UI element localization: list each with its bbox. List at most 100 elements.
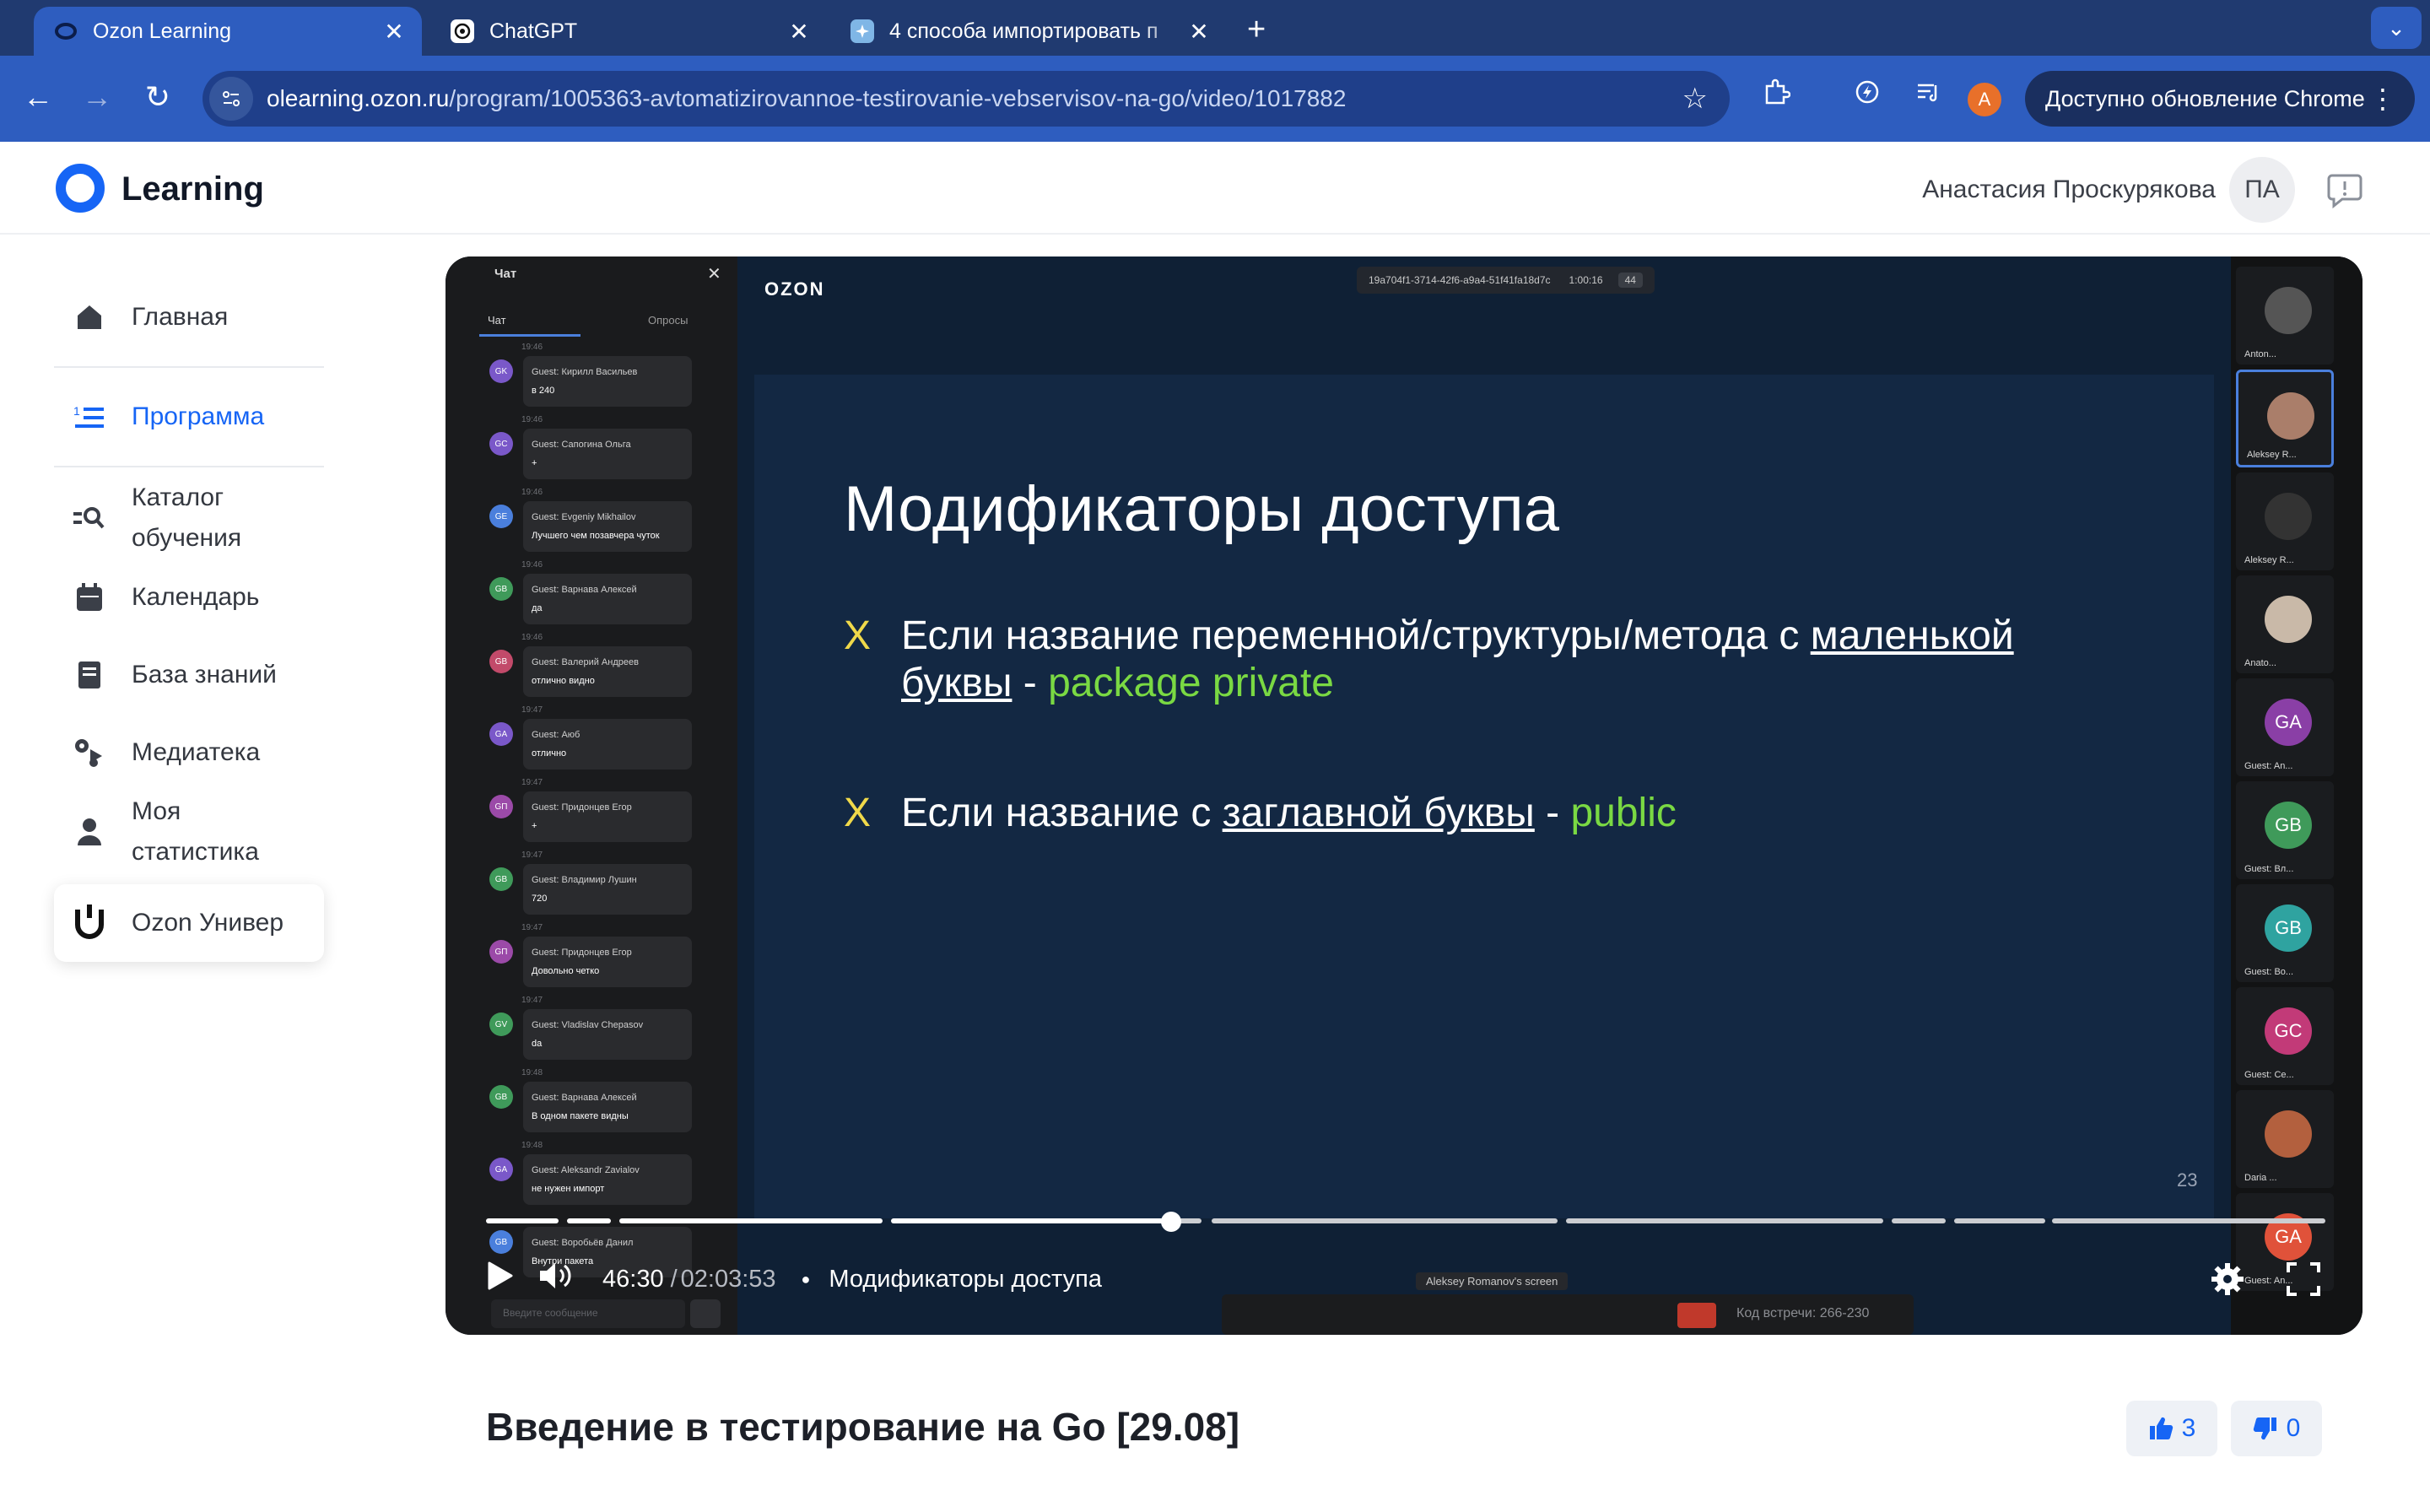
progress-chapter[interactable] xyxy=(1954,1218,2045,1223)
chat-avatar: GП xyxy=(489,795,513,818)
fullscreen-icon[interactable] xyxy=(2285,1261,2322,1298)
settings-gear-icon[interactable] xyxy=(2209,1261,2246,1298)
chat-message-text: не нужен импорт xyxy=(532,1184,605,1194)
chapter-title[interactable]: Модификаторы доступа xyxy=(829,1266,1102,1293)
chat-message-text: 720 xyxy=(532,894,548,904)
logo-text[interactable]: Learning xyxy=(122,170,264,208)
participant-tile: Daria ... xyxy=(2236,1090,2334,1188)
tab-search-chevron-icon[interactable]: ⌄ xyxy=(2371,7,2422,49)
svg-text:1: 1 xyxy=(73,404,80,418)
tab-chatgpt[interactable]: ChatGPT ✕ xyxy=(430,7,827,56)
user-name[interactable]: Анастасия Проскурякова xyxy=(1922,176,2216,204)
extension-bolt-icon[interactable] xyxy=(1846,78,1888,114)
chat-message: Guest: Evgeniy Mikhailov Лучшего чем поза… xyxy=(523,501,692,552)
browser-toolbar: ← → ↻ olearning.ozon.ru/program/1005363-… xyxy=(0,56,2430,142)
reload-icon[interactable]: ↻ xyxy=(138,79,177,115)
participant-avatar xyxy=(2267,392,2314,440)
extensions-puzzle-icon[interactable] xyxy=(1755,78,1797,114)
progress-chapter[interactable] xyxy=(486,1218,559,1223)
sidebar-item-calendar[interactable]: Календарь xyxy=(54,559,324,636)
polls-tab: Опросы xyxy=(648,314,688,327)
bookmark-star-icon[interactable]: ☆ xyxy=(1682,82,1708,116)
thumbs-up-icon xyxy=(2149,1417,2173,1440)
sidebar-item-ozon-univer[interactable]: Ozon Универ xyxy=(54,884,324,962)
participant-avatar xyxy=(2265,596,2312,643)
progress-chapter[interactable] xyxy=(567,1218,611,1223)
progress-chapter[interactable] xyxy=(619,1218,883,1223)
sidebar-item-home[interactable]: Главная xyxy=(54,278,324,356)
chrome-update-button[interactable]: Доступно обновление Chrome ⋮ xyxy=(2025,71,2415,127)
sidebar-item-label: Ozon Универ xyxy=(132,909,284,937)
bullet-marker: X xyxy=(844,613,872,658)
home-icon xyxy=(73,300,106,334)
progress-chapter[interactable] xyxy=(1892,1218,1946,1223)
sidebar-item-program[interactable]: 1 Программа xyxy=(54,378,324,456)
chat-title: Чат xyxy=(494,267,517,281)
close-tab-icon[interactable]: ✕ xyxy=(381,18,407,46)
current-time: 46:30 xyxy=(602,1265,664,1293)
sidebar-item-catalog[interactable]: Каталог обучения xyxy=(54,478,324,559)
like-button[interactable]: 3 xyxy=(2126,1401,2217,1456)
sidebar-divider xyxy=(54,366,324,368)
dislike-count: 0 xyxy=(2286,1414,2301,1442)
close-tab-icon[interactable]: ✕ xyxy=(1186,18,1212,46)
sidebar-divider xyxy=(54,466,324,467)
play-icon[interactable] xyxy=(486,1261,513,1297)
progress-chapter[interactable] xyxy=(2052,1218,2325,1223)
close-tab-icon[interactable]: ✕ xyxy=(786,18,812,46)
chat-message-time: 19:46 xyxy=(521,415,543,424)
profile-avatar[interactable]: A xyxy=(1968,83,2001,116)
list-icon: 1 xyxy=(73,400,106,434)
progress-chapter[interactable] xyxy=(1212,1218,1558,1223)
chat-message-time: 19:47 xyxy=(521,850,543,860)
chat-message-author: Guest: Evgeniy Mikhailov xyxy=(532,512,636,522)
participant-tile: GB Guest: Bл... xyxy=(2236,781,2334,879)
participant-name: Anton... xyxy=(2244,349,2276,359)
tab-import-article[interactable]: 4 способа импортировать п ✕ xyxy=(830,7,1227,56)
chat-message: Guest: Варнава Алексей да xyxy=(523,574,692,624)
user-avatar[interactable]: ПА xyxy=(2229,157,2295,223)
participant-tile: Anton... xyxy=(2236,267,2334,364)
participant-tile: GA Guest: An... xyxy=(2236,678,2334,776)
bullet-highlight: public xyxy=(1570,791,1677,835)
chat-avatar: GB xyxy=(489,1230,513,1254)
chat-message-time: 19:48 xyxy=(521,1141,543,1150)
sidebar-item-media-library[interactable]: Медиатека xyxy=(54,714,324,791)
forward-arrow-icon[interactable]: → xyxy=(78,79,116,115)
address-bar[interactable]: olearning.ozon.ru/program/1005363-avtoma… xyxy=(202,71,1730,127)
chat-avatar: GA xyxy=(489,1158,513,1181)
media-playlist-icon[interactable] xyxy=(1907,78,1949,114)
tab-ozon-learning[interactable]: Ozon Learning ✕ xyxy=(34,7,422,56)
progress-track[interactable] xyxy=(486,1218,2325,1223)
progress-chapter[interactable] xyxy=(891,1218,1169,1223)
sidebar-item-knowledge-base[interactable]: База знаний xyxy=(54,636,324,714)
chat-tab-indicator xyxy=(479,334,580,337)
ozon-learning-logo-icon[interactable] xyxy=(56,164,105,213)
bullet-text: Если название переменной/структуры/метод… xyxy=(901,613,1811,658)
sidebar-item-my-statistics[interactable]: Моя статистика xyxy=(54,791,324,872)
univer-logo-icon xyxy=(73,904,106,940)
chat-message-author: Guest: Воробьёв Данил xyxy=(532,1238,634,1248)
progress-scrubber-handle[interactable] xyxy=(1161,1212,1181,1232)
participant-name: Guest: An... xyxy=(2244,761,2293,771)
update-label: Доступно обновление Chrome xyxy=(2045,85,2365,111)
chat-message-text: + xyxy=(532,458,537,468)
more-menu-icon[interactable]: ⋮ xyxy=(2369,83,2396,115)
feedback-chat-icon[interactable] xyxy=(2325,170,2364,209)
new-tab-button[interactable]: + xyxy=(1247,12,1266,48)
chat-message: Guest: Aleksandr Zavialov не нужен импорт xyxy=(523,1154,692,1205)
video-player[interactable]: Чат ✕ Чат Опросы 19:46 GK Guest: Кирилл Ва… xyxy=(446,256,2362,1335)
sidebar-item-label: Главная xyxy=(132,303,229,331)
chat-avatar: GV xyxy=(489,1012,513,1036)
back-arrow-icon[interactable]: ← xyxy=(19,79,57,115)
chat-send-icon xyxy=(690,1299,721,1328)
chat-message-time: 19:48 xyxy=(521,1068,543,1077)
dislike-button[interactable]: 0 xyxy=(2231,1401,2322,1456)
sidebar-item-label: База знаний xyxy=(132,661,277,688)
volume-icon[interactable] xyxy=(538,1261,574,1298)
sidebar-item-label: Моя статистика xyxy=(132,797,259,866)
site-info-icon[interactable] xyxy=(209,77,253,121)
progress-chapter[interactable] xyxy=(1566,1218,1883,1223)
tab-title: 4 способа импортировать п xyxy=(889,19,1158,43)
screen-share-label: Aleksey Romanov's screen xyxy=(1416,1272,1569,1290)
